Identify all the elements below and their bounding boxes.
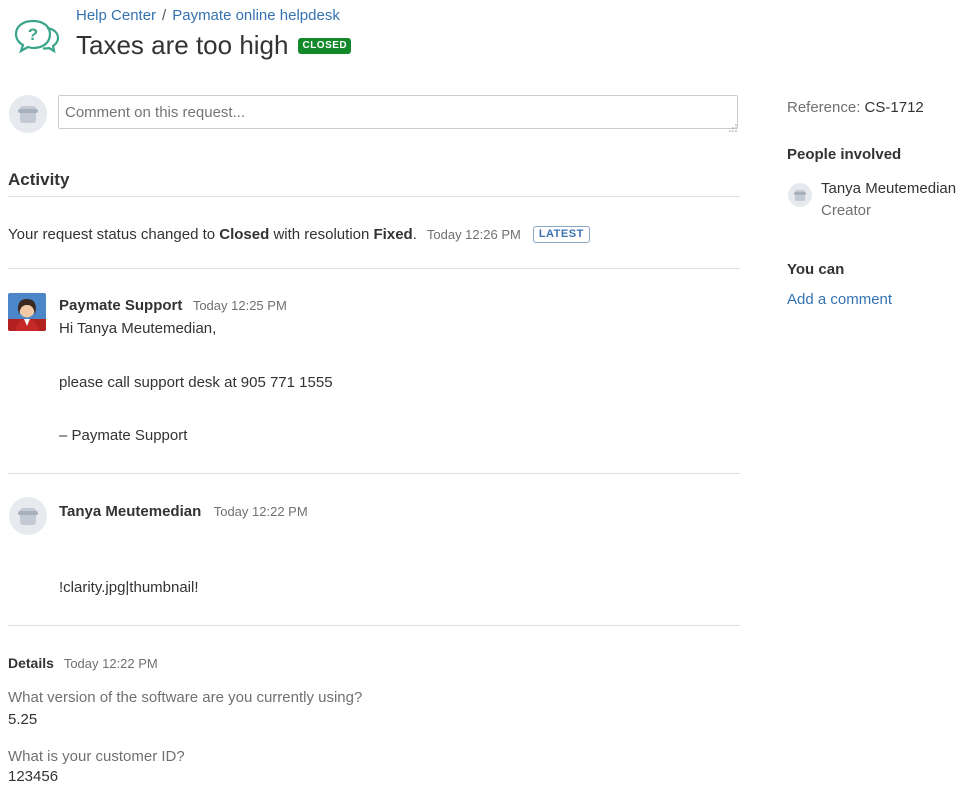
help-center-icon: ? — [13, 18, 61, 54]
status-change-middle: with resolution — [273, 226, 370, 243]
comment-header: Paymate Support Today 12:25 PM — [59, 297, 287, 315]
page-title: Taxes are too high — [76, 30, 289, 60]
status-change-status: Closed — [219, 226, 270, 243]
breadcrumb: Help Center / Paymate online helpdesk — [76, 7, 340, 24]
comment-time: Today 12:22 PM — [213, 504, 308, 519]
default-avatar-icon — [9, 497, 47, 535]
default-avatar-icon — [9, 95, 47, 133]
breadcrumb-separator: / — [162, 7, 167, 24]
detail-answer: 123456 — [8, 768, 59, 785]
detail-question: What version of the software are you cur… — [8, 689, 363, 706]
comment-body-line: please call support desk at 905 771 1555 — [59, 374, 333, 391]
details-header: Details Today 12:22 PM — [8, 655, 158, 671]
support-agent-avatar — [8, 293, 46, 331]
status-change-prefix: Your request status changed to — [8, 226, 216, 243]
status-change-time: Today 12:26 PM — [426, 227, 521, 242]
comment-author: Tanya Meutemedian — [59, 503, 202, 520]
comment-body-line: – Paymate Support — [59, 427, 188, 444]
resize-grip-icon[interactable] — [729, 119, 737, 132]
person-role: Creator — [821, 202, 872, 219]
customer-avatar — [9, 497, 47, 535]
add-comment-link[interactable]: Add a comment — [787, 291, 892, 308]
divider — [8, 473, 740, 474]
status-badge-closed: CLOSED — [298, 37, 352, 54]
you-can-heading: You can — [787, 261, 845, 278]
comment-body-line: Hi Tanya Meutemedian, — [59, 320, 217, 337]
comment-author: Paymate Support — [59, 297, 183, 314]
people-involved-heading: People involved — [787, 146, 902, 163]
title-row: Taxes are too high CLOSED — [76, 30, 352, 61]
person-name: Tanya Meutemedian — [821, 180, 957, 197]
detail-answer: 5.25 — [8, 711, 38, 728]
details-time: Today 12:22 PM — [63, 656, 158, 671]
status-change-entry: Your request status changed to Closed wi… — [8, 226, 590, 243]
latest-badge: LATEST — [532, 226, 590, 243]
breadcrumb-help-center-link[interactable]: Help Center — [76, 7, 156, 24]
default-avatar-icon — [788, 183, 812, 207]
status-change-resolution: Fixed — [373, 226, 413, 243]
activity-heading: Activity — [8, 170, 70, 189]
details-heading: Details — [8, 655, 54, 671]
comment-header: Tanya Meutemedian Today 12:22 PM — [59, 503, 308, 521]
divider — [8, 625, 740, 626]
divider — [8, 196, 740, 197]
breadcrumb-helpdesk-link[interactable]: Paymate online helpdesk — [172, 7, 340, 24]
reference-label: Reference: — [787, 99, 861, 116]
status-change-suffix: . — [412, 226, 417, 243]
reference-row: Reference: CS-1712 — [787, 99, 924, 116]
comment-body-line: !clarity.jpg|thumbnail! — [59, 579, 199, 596]
current-user-avatar — [9, 95, 47, 133]
detail-question: What is your customer ID? — [8, 748, 185, 765]
person-avatar — [788, 183, 812, 207]
reference-value: CS-1712 — [864, 99, 924, 116]
comment-time: Today 12:25 PM — [192, 298, 287, 313]
svg-text:?: ? — [28, 25, 38, 44]
comment-input[interactable] — [58, 95, 738, 129]
divider — [8, 268, 740, 269]
